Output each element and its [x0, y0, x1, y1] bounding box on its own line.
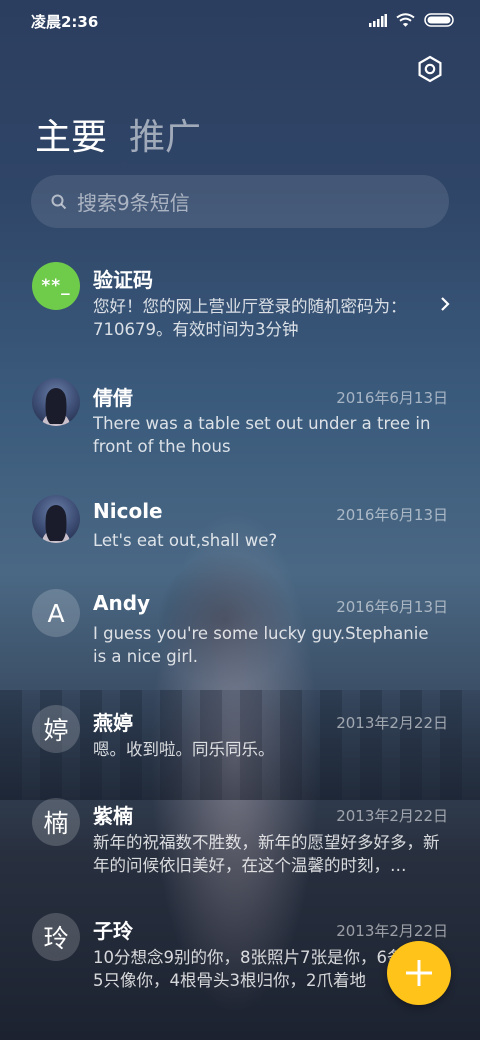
message-preview: 嗯。收到啦。同乐同乐。: [93, 740, 275, 759]
contact-name: Andy: [93, 591, 151, 615]
message-date: 2016年6月13日: [336, 506, 448, 524]
wifi-icon: [396, 13, 415, 27]
search-placeholder: 搜索9条短信: [77, 191, 190, 215]
avatar: [32, 495, 80, 543]
avatar-photo-icon: [42, 388, 70, 426]
contact-name: Nicole: [93, 499, 163, 523]
avatar-photo-icon: [42, 505, 70, 543]
status-bar: 凌晨2:36: [0, 0, 480, 42]
tab-promotions[interactable]: 推广: [129, 108, 201, 160]
message-preview: I guess you're some lucky guy.Stephanie …: [93, 624, 429, 666]
avatar: A: [32, 589, 80, 637]
compose-button[interactable]: [387, 941, 451, 1005]
message-date: 2016年6月13日: [336, 389, 448, 407]
status-time: 凌晨2:36: [31, 13, 99, 31]
message-preview: Let's eat out,shall we?: [93, 531, 278, 550]
conversation-item[interactable]: Nicole 2016年6月13日 Let's eat out,shall we…: [0, 495, 480, 575]
avatar: 楠: [32, 798, 80, 846]
message-date: 2013年2月22日: [336, 922, 448, 940]
contact-name: 燕婷: [93, 711, 133, 735]
settings-icon[interactable]: [416, 55, 444, 83]
contact-name: 倩倩: [93, 386, 133, 410]
chevron-right-icon: [441, 297, 450, 311]
message-preview: 新年的祝福数不胜数，新年的愿望好多好多，新年的问候依旧美好，在这个温馨的时刻，…: [93, 833, 440, 875]
message-preview: 您好！您的网上营业厅登录的随机密码为：710679。有效时间为3分钟: [93, 297, 407, 339]
conversation-item[interactable]: 倩倩 2016年6月13日 There was a table set out …: [0, 378, 480, 478]
verification-code-avatar: **_: [32, 262, 80, 310]
conversation-item[interactable]: A Andy 2016年6月13日 I guess you're some lu…: [0, 589, 480, 689]
search-bar[interactable]: 搜索9条短信: [31, 175, 449, 228]
avatar: 玲: [32, 913, 80, 961]
signal-icon: [369, 13, 387, 27]
search-icon: [51, 194, 67, 209]
conversation-item[interactable]: 楠 紫楠 2013年2月22日 新年的祝福数不胜数，新年的愿望好多好多，新年的问…: [0, 798, 480, 898]
contact-name: 验证码: [93, 268, 153, 292]
avatar: [32, 378, 80, 426]
contact-name: 子玲: [93, 919, 133, 943]
message-date: 2013年2月22日: [336, 714, 448, 732]
message-date: 2016年6月13日: [336, 598, 448, 616]
plus-icon: [406, 960, 432, 986]
conversation-item[interactable]: 婷 燕婷 2013年2月22日 嗯。收到啦。同乐同乐。: [0, 705, 480, 785]
conversation-item[interactable]: **_ 验证码 您好！您的网上营业厅登录的随机密码为：710679。有效时间为3…: [0, 262, 480, 362]
message-date: 2013年2月22日: [336, 807, 448, 825]
message-preview: There was a table set out under a tree i…: [93, 414, 431, 456]
status-icons: [369, 13, 454, 27]
battery-icon: [424, 13, 454, 27]
tab-bar: 主要 推广: [35, 108, 201, 160]
contact-name: 紫楠: [93, 804, 133, 828]
avatar: 婷: [32, 705, 80, 753]
tab-main[interactable]: 主要: [35, 108, 107, 160]
